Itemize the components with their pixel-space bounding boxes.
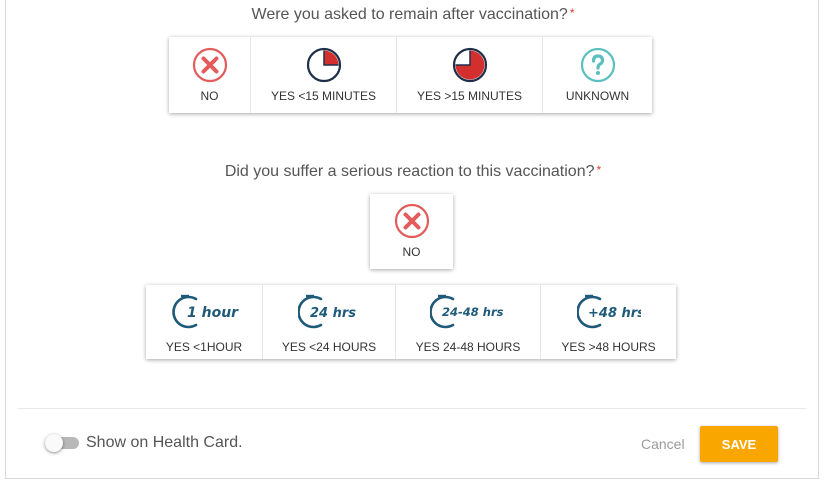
- option-no[interactable]: NO: [169, 37, 251, 113]
- timer-48-hrs-icon: +48 hrs: [576, 294, 641, 329]
- toggle-label: Show on Health Card.: [86, 434, 243, 451]
- option-label: YES >15 MINUTES: [416, 89, 523, 103]
- option-yes-over-48-hours[interactable]: +48 hrs YES >48 HOURS: [541, 285, 676, 359]
- option-label: YES <24 HOURS: [281, 340, 377, 354]
- option-yes-under-24-hours[interactable]: 24 hrs YES <24 HOURS: [263, 285, 396, 359]
- clock-three-quarter-icon: [452, 47, 487, 83]
- svg-text:1 hour: 1 hour: [187, 305, 239, 321]
- x-circle-icon: [394, 203, 429, 239]
- x-circle-icon: [192, 47, 227, 83]
- footer-divider: [18, 408, 806, 409]
- option-yes-over-15-minutes[interactable]: YES >15 MINUTES: [397, 37, 543, 113]
- reaction-no-group: NO: [370, 194, 453, 269]
- option-label: YES >48 HOURS: [561, 340, 656, 354]
- option-no-reaction[interactable]: NO: [370, 194, 453, 269]
- required-mark: *: [596, 163, 602, 177]
- option-unknown[interactable]: UNKNOWN: [543, 37, 652, 113]
- option-yes-under-15-minutes[interactable]: YES <15 MINUTES: [251, 37, 397, 113]
- clock-quarter-icon: [306, 47, 341, 83]
- timer-1-hour-icon: 1 hour: [172, 294, 239, 329]
- option-label: YES <15 MINUTES: [270, 89, 377, 103]
- question-text: Did you suffer a serious reaction to thi…: [224, 163, 595, 180]
- option-label: UNKNOWN: [565, 89, 630, 103]
- cancel-button[interactable]: Cancel: [641, 436, 685, 452]
- remain-options-group: NO YES <15 MINUTES YES >15 MINUTES UNKNO…: [169, 37, 652, 113]
- question-remain-after-vaccination: Were you asked to remain after vaccinati…: [0, 6, 826, 24]
- svg-text:24-48 hrs: 24-48 hrs: [442, 305, 504, 319]
- option-label: YES 24-48 HOURS: [415, 340, 521, 354]
- svg-text:24 hrs: 24 hrs: [310, 306, 356, 321]
- question-text: Were you asked to remain after vaccinati…: [251, 6, 568, 23]
- reaction-timing-group: 1 hour YES <1HOUR 24 hrs YES <24 HOURS 2…: [146, 285, 676, 359]
- option-label: YES <1HOUR: [165, 340, 243, 354]
- option-label: NO: [402, 245, 421, 259]
- save-button[interactable]: SAVE: [700, 426, 778, 462]
- health-card-toggle[interactable]: [45, 434, 79, 452]
- option-label: NO: [200, 89, 219, 103]
- question-circle-icon: [580, 47, 615, 83]
- timer-24-hrs-icon: 24 hrs: [298, 294, 356, 329]
- option-yes-24-48-hours[interactable]: 24-48 hrs YES 24-48 HOURS: [396, 285, 541, 359]
- svg-text:+48 hrs: +48 hrs: [588, 306, 641, 321]
- option-yes-under-1-hour[interactable]: 1 hour YES <1HOUR: [146, 285, 263, 359]
- timer-24-48-hrs-icon: 24-48 hrs: [430, 294, 504, 329]
- question-serious-reaction: Did you suffer a serious reaction to thi…: [0, 163, 826, 181]
- toggle-knob: [45, 434, 63, 452]
- required-mark: *: [569, 6, 575, 20]
